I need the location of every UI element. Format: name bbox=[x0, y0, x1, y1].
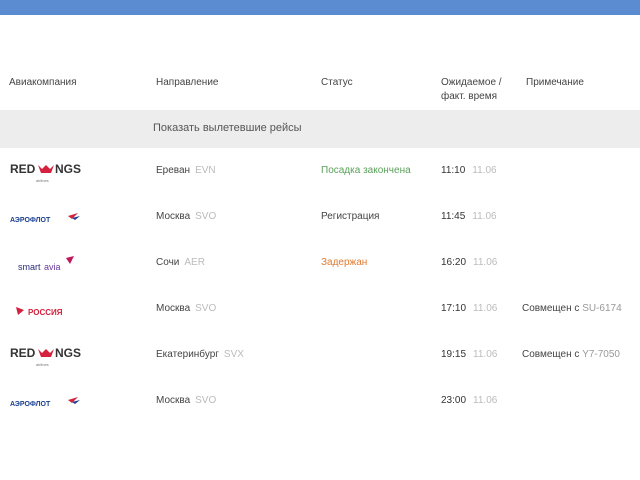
flight-row[interactable]: АЭРОФЛОТ Москва SVO 23:00 11.06 bbox=[0, 378, 640, 424]
svg-text:avia: avia bbox=[44, 262, 61, 272]
airport-code: AER bbox=[184, 257, 205, 268]
city-name: Екатеринбург bbox=[156, 349, 219, 360]
header-status: Статус bbox=[321, 77, 353, 88]
redwings-logo-icon: RED NGS airlines bbox=[8, 344, 94, 368]
flight-time: 17:10 11.06 bbox=[441, 303, 497, 314]
show-departed-bar[interactable]: Показать вылетевшие рейсы bbox=[0, 110, 640, 148]
aeroflot-logo-icon: АЭРОФЛОТ bbox=[8, 206, 94, 230]
svg-text:airlines: airlines bbox=[36, 178, 49, 183]
flight-status: Задержан bbox=[321, 257, 368, 268]
rossiya-logo-icon: РОССИЯ bbox=[8, 298, 94, 322]
city-name: Сочи bbox=[156, 257, 180, 268]
date-value: 11.06 bbox=[473, 395, 498, 406]
header-note: Примечание bbox=[526, 77, 584, 88]
svg-text:АЭРОФЛОТ: АЭРОФЛОТ bbox=[10, 401, 51, 408]
flight-row[interactable]: smart avia Сочи AER Задержан 16:20 11.06 bbox=[0, 240, 640, 286]
header-airline: Авиакомпания bbox=[9, 77, 77, 88]
date-value: 11.06 bbox=[473, 303, 498, 314]
date-value: 11.06 bbox=[472, 165, 497, 176]
header-time-line1: Ожидаемое / bbox=[441, 77, 502, 88]
header-direction: Направление bbox=[156, 77, 219, 88]
time-value: 11:45 bbox=[441, 211, 466, 222]
airport-code: EVN bbox=[195, 165, 216, 176]
show-departed-link[interactable]: Показать вылетевшие рейсы bbox=[153, 122, 302, 134]
svg-text:smart: smart bbox=[18, 262, 41, 272]
top-bar bbox=[0, 0, 640, 15]
flight-row[interactable]: RED NGS airlines Ереван EVN Посадка закончена… bbox=[0, 148, 640, 194]
flight-row[interactable]: RED NGS airlines Екатеринбург SVX 19:15 11.06 С… bbox=[0, 332, 640, 378]
city-name: Москва bbox=[156, 303, 191, 314]
time-value: 11:10 bbox=[441, 165, 466, 176]
time-value: 23:00 bbox=[441, 395, 467, 406]
time-value: 17:10 bbox=[441, 303, 467, 314]
flight-direction: Сочи AER bbox=[156, 257, 205, 268]
flight-time: 19:15 11.06 bbox=[441, 349, 497, 360]
svg-text:RED: RED bbox=[10, 162, 36, 176]
redwings-logo-icon: RED NGS airlines bbox=[8, 160, 94, 184]
airport-code: SVO bbox=[195, 211, 217, 222]
codeshare-flight: Y7-7050 bbox=[582, 349, 620, 360]
svg-text:NGS: NGS bbox=[55, 162, 81, 176]
flight-status: Посадка закончена bbox=[321, 165, 411, 176]
svg-text:РОССИЯ: РОССИЯ bbox=[28, 308, 63, 317]
flight-status: Регистрация bbox=[321, 211, 380, 222]
flight-direction: Москва SVO bbox=[156, 303, 216, 314]
time-value: 16:20 bbox=[441, 257, 467, 268]
flight-row[interactable]: РОССИЯ Москва SVO 17:10 11.06 Совмещен с SU-6… bbox=[0, 286, 640, 332]
flight-time: 11:45 11.06 bbox=[441, 211, 497, 222]
svg-text:АЭРОФЛОТ: АЭРОФЛОТ bbox=[10, 217, 51, 224]
flight-direction: Екатеринбург SVX bbox=[156, 349, 244, 360]
header-time-line2: факт. время bbox=[441, 91, 498, 102]
flight-direction: Москва SVO bbox=[156, 395, 216, 406]
city-name: Москва bbox=[156, 395, 191, 406]
note-prefix: Совмещен с bbox=[522, 349, 583, 360]
table-header: Авиакомпания Направление Статус Ожидаемо… bbox=[0, 72, 640, 108]
aeroflot-logo-icon: АЭРОФЛОТ bbox=[8, 390, 94, 414]
airport-code: SVO bbox=[195, 395, 217, 406]
date-value: 11.06 bbox=[473, 257, 498, 268]
flight-row[interactable]: АЭРОФЛОТ Москва SVO Регистрация 11:45 11.06 bbox=[0, 194, 640, 240]
date-value: 11.06 bbox=[473, 349, 498, 360]
svg-text:RED: RED bbox=[10, 346, 36, 360]
svg-text:airlines: airlines bbox=[36, 362, 49, 367]
note-prefix: Совмещен с bbox=[522, 303, 583, 314]
flight-note: Совмещен с Y7-7050 bbox=[522, 349, 620, 360]
city-name: Москва bbox=[156, 211, 191, 222]
time-value: 19:15 bbox=[441, 349, 467, 360]
flight-time: 16:20 11.06 bbox=[441, 257, 497, 268]
flight-note: Совмещен с SU-6174 bbox=[522, 303, 622, 314]
airport-code: SVX bbox=[223, 349, 244, 360]
date-value: 11.06 bbox=[472, 211, 497, 222]
smartavia-logo-icon: smart avia bbox=[8, 252, 94, 276]
flight-direction: Москва SVO bbox=[156, 211, 216, 222]
airport-code: SVO bbox=[195, 303, 217, 314]
city-name: Ереван bbox=[156, 165, 191, 176]
header-time: Ожидаемое / факт. время bbox=[441, 76, 521, 104]
codeshare-flight: SU-6174 bbox=[582, 303, 622, 314]
flight-time: 11:10 11.06 bbox=[441, 165, 497, 176]
flight-direction: Ереван EVN bbox=[156, 165, 216, 176]
svg-text:NGS: NGS bbox=[55, 346, 81, 360]
flight-time: 23:00 11.06 bbox=[441, 395, 497, 406]
